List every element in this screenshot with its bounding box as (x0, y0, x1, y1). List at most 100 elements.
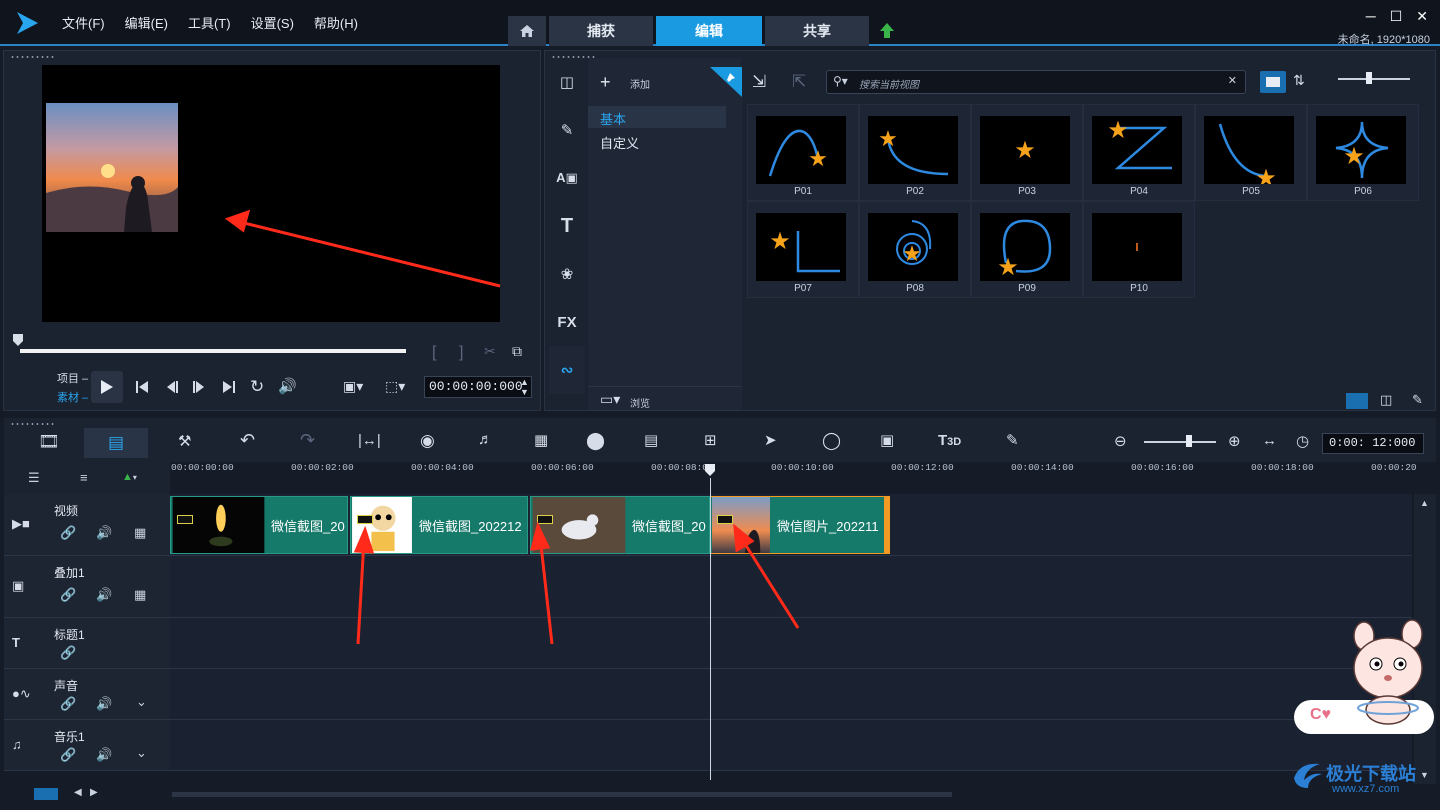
import-media-icon[interactable]: ⇲ (752, 72, 766, 92)
link-icon[interactable]: 🔗 (60, 696, 76, 712)
menu-edit[interactable]: 编辑(E) (115, 14, 178, 34)
path-item[interactable]: ★ P08 (859, 201, 971, 298)
play-button[interactable] (91, 371, 123, 403)
horizontal-scrollbar[interactable] (172, 792, 952, 797)
instant-project-icon[interactable]: ✎ (549, 106, 585, 154)
clip-mode-label[interactable]: 素材 – (57, 389, 88, 405)
link-icon[interactable]: 🔗 (60, 747, 76, 763)
mask-creator-icon[interactable]: ◯ (822, 431, 841, 451)
fit-project-icon[interactable]: |↔| (358, 432, 381, 449)
browse-icon[interactable]: ▭▾ (600, 391, 620, 408)
path-item[interactable]: P10 (1083, 201, 1195, 298)
add-category-label[interactable]: 添加 (630, 76, 650, 91)
graphics-icon[interactable]: ❀ (549, 250, 585, 298)
zoom-out-icon[interactable]: ⊖ (1114, 432, 1127, 450)
undo-icon[interactable]: ↶ (240, 430, 255, 451)
path-item[interactable]: ★ P03 (971, 104, 1083, 201)
upload-button[interactable] (872, 16, 902, 46)
audio-ducking-icon[interactable]: ⌄ (136, 745, 147, 761)
panel-grip[interactable] (10, 55, 56, 59)
mute-icon[interactable]: 🔊 (96, 525, 112, 541)
timeline-clip-selected[interactable]: 微信图片_202211 (710, 496, 890, 554)
mark-in-icon[interactable]: [ (432, 344, 436, 362)
motion-tracking-icon[interactable]: ➤ (764, 431, 777, 449)
track-body-music[interactable] (170, 720, 1412, 771)
path-icon[interactable]: ∾ (549, 346, 585, 394)
track-body-overlay[interactable] (170, 556, 1412, 618)
link-icon[interactable]: 🔗 (60, 525, 76, 541)
volume-icon[interactable]: 🔊 (278, 377, 297, 395)
home-start-icon[interactable] (135, 380, 149, 394)
close-icon[interactable]: ✕ (1416, 8, 1428, 25)
project-mode-label[interactable]: 项目 – (57, 370, 88, 386)
timeline-ruler[interactable]: 00:00:00:00 00:00:02:00 00:00:04:00 00:0… (170, 462, 1417, 486)
library-view-large-icon[interactable] (1346, 393, 1368, 409)
end-icon[interactable] (222, 380, 236, 394)
panel-grip[interactable] (10, 422, 56, 426)
record-capture-icon[interactable]: ◉ (420, 431, 435, 451)
mute-icon[interactable]: 🔊 (96, 587, 112, 603)
tab-edit[interactable]: 编辑 (656, 16, 762, 46)
media-icon[interactable]: ◫ (549, 58, 585, 106)
link-icon[interactable]: 🔗 (60, 645, 76, 661)
path-item[interactable]: ★ P04 (1083, 104, 1195, 201)
multi-camera-icon[interactable]: ▦ (534, 431, 548, 449)
track-header-music[interactable]: ♫ 音乐1 🔗 🔊 ⌄ (4, 720, 170, 771)
track-height-icon[interactable] (34, 788, 58, 800)
fit-timeline-icon[interactable]: ↔ (1262, 432, 1277, 449)
blend-icon[interactable]: ⬤ (586, 431, 605, 451)
tab-capture[interactable]: 捕获 (549, 16, 653, 46)
zoom-slider-knob[interactable] (1186, 435, 1192, 447)
grid-icon[interactable]: ▦ (134, 587, 146, 603)
scroll-up-icon[interactable]: ▲ (1420, 498, 1429, 508)
thumbnail-size-knob[interactable] (1366, 72, 1372, 84)
timeline-clip[interactable]: 微信截图_202212 (350, 496, 528, 554)
redo-icon[interactable]: ↷ (300, 430, 315, 451)
maximize-icon[interactable]: ☐ (1390, 8, 1403, 25)
pin-icon[interactable] (710, 67, 742, 97)
thumbnail-size-slider[interactable] (1338, 78, 1410, 80)
trim-handle[interactable] (884, 497, 889, 553)
timeline-playhead-icon[interactable] (704, 463, 716, 477)
filter-icon[interactable]: FX (549, 298, 585, 346)
menu-settings[interactable]: 设置(S) (241, 14, 304, 34)
link-icon[interactable]: 🔗 (60, 587, 76, 603)
menu-file[interactable]: 文件(F) (52, 14, 115, 34)
mute-icon[interactable]: 🔊 (96, 747, 112, 763)
player-timecode[interactable]: 00:00:00:000 (424, 376, 532, 398)
repeat-icon[interactable]: ↻ (250, 377, 264, 397)
minimize-icon[interactable]: ─ (1366, 8, 1376, 25)
clock-icon[interactable]: ◷ (1296, 432, 1309, 450)
path-item[interactable]: ★ P05 (1195, 104, 1307, 201)
mark-out-icon[interactable]: ] (459, 344, 463, 362)
timecode-stepper-icon[interactable]: ▲ ▼ (520, 377, 529, 397)
aspect-ratio-icon[interactable]: ▣▾ (343, 378, 363, 395)
split-screen-icon[interactable]: ⊞ (704, 431, 717, 449)
transition-icon[interactable]: A▣ (549, 154, 585, 202)
library-view-split-icon[interactable]: ◫ (1380, 392, 1392, 408)
timeline-view-button[interactable]: ▤ (84, 428, 148, 458)
add-remove-chapter-icon[interactable]: ≡ (80, 470, 88, 485)
timeline-clip[interactable]: 微信截图_20 (530, 496, 710, 554)
timeline-clip[interactable]: 微信截图_20 (170, 496, 348, 554)
library-edit-icon[interactable]: ✎ (1412, 392, 1423, 408)
subtitle-editor-icon[interactable]: ▤ (644, 431, 658, 449)
track-header-video[interactable]: ▶■ 视频 🔗 🔊 ▦ (4, 494, 170, 556)
search-box[interactable]: ⚲▾ 搜索当前视图 ✕ (826, 70, 1246, 94)
tab-share[interactable]: 共享 (765, 16, 869, 46)
track-body-title[interactable] (170, 618, 1412, 669)
pan-zoom-icon[interactable]: ▣ (880, 431, 894, 449)
previous-frame-icon[interactable] (165, 380, 179, 394)
scroll-left-icon[interactable]: ◀ (74, 787, 82, 798)
grid-icon[interactable]: ▦ (134, 525, 146, 541)
split-scissors-icon[interactable]: ✂ (484, 343, 496, 360)
export-icon[interactable]: ⇱ (792, 72, 806, 92)
playhead-marker-icon[interactable] (12, 333, 24, 347)
browse-label[interactable]: 浏览 (630, 395, 650, 410)
audio-ducking-icon[interactable]: ⌄ (136, 694, 147, 710)
search-input[interactable]: 搜索当前视图 (859, 76, 919, 91)
zoom-in-icon[interactable]: ⊕ (1228, 432, 1241, 450)
next-frame-icon[interactable] (192, 380, 206, 394)
path-item[interactable]: ★ P01 (747, 104, 859, 201)
change-display-mode-icon[interactable]: ⬚▾ (385, 378, 405, 395)
